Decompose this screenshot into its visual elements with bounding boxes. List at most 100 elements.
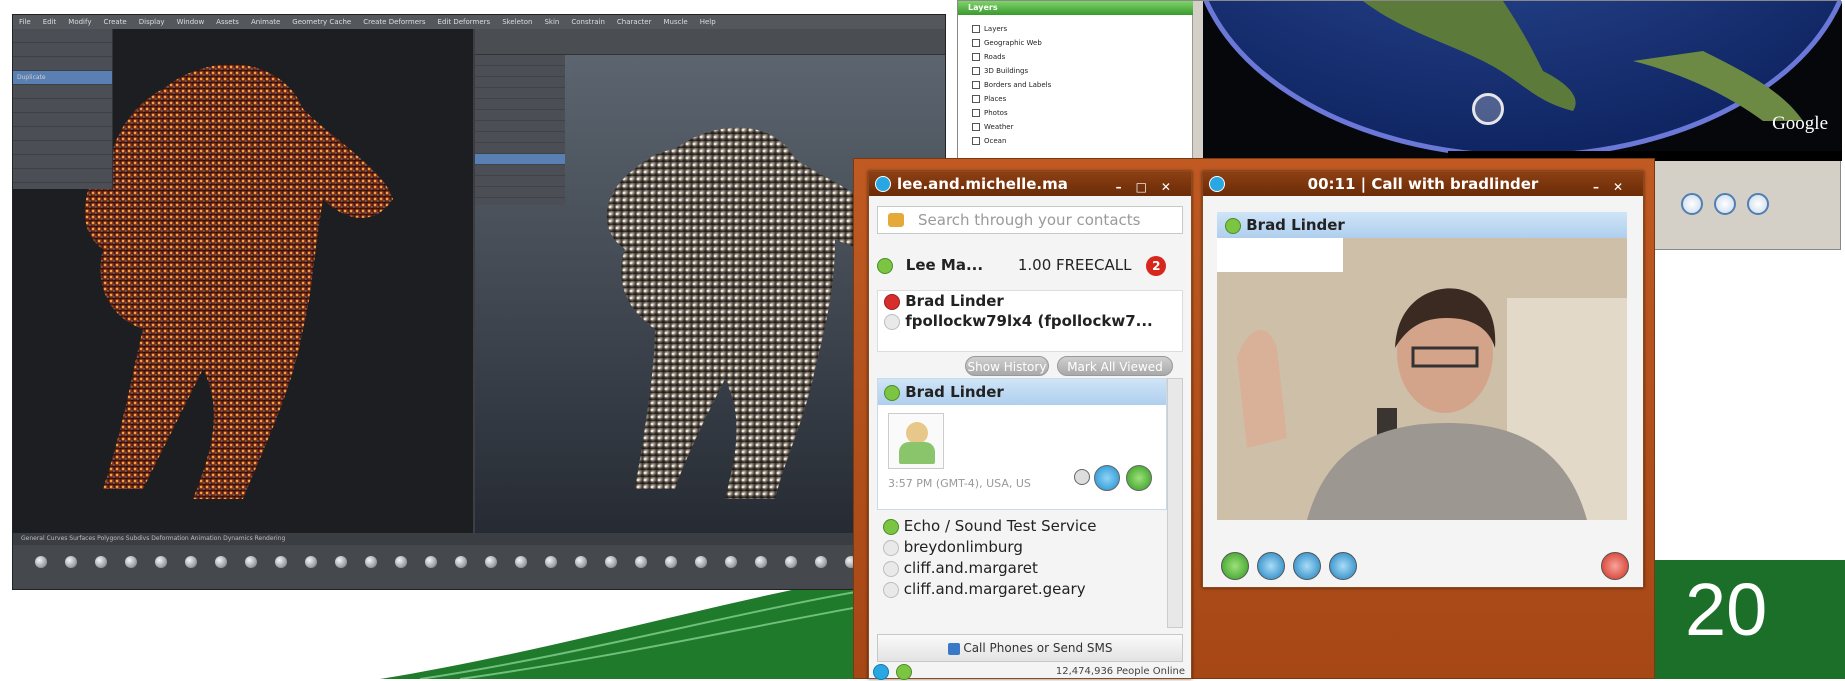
credit-balance[interactable]: 1.00 FREECALL	[1018, 256, 1132, 274]
shelf-tool-icon[interactable]	[665, 556, 677, 568]
menu-item[interactable]: Character	[617, 18, 652, 26]
menu-item[interactable]: Modify	[68, 18, 91, 26]
menu-item[interactable]: Window	[177, 18, 205, 26]
show-history-button[interactable]: Show History	[965, 356, 1049, 376]
menu-item[interactable]: Edit	[43, 18, 57, 26]
list-item[interactable]: breydonlimburg	[877, 537, 1167, 558]
panel-item[interactable]	[13, 113, 112, 127]
hang-up-button[interactable]	[1601, 552, 1629, 580]
add-contact-icon[interactable]	[888, 213, 904, 227]
chat-button[interactable]	[1329, 552, 1357, 580]
hold-button[interactable]	[1221, 552, 1249, 580]
list-item[interactable]: Echo / Sound Test Service	[877, 516, 1167, 537]
viewport-toolbar[interactable]	[475, 29, 945, 55]
call-phones-button[interactable]: Call Phones or Send SMS	[877, 634, 1183, 662]
layer-item[interactable]: Ocean	[972, 135, 1006, 147]
panel-item[interactable]	[13, 169, 112, 183]
right-attribute-panel[interactable]	[475, 55, 565, 205]
contact-window-titlebar[interactable]: lee.and.michelle.ma –□✕	[869, 172, 1191, 196]
shelf-tool-icon[interactable]	[485, 556, 497, 568]
layer-item[interactable]: Roads	[972, 51, 1005, 63]
layer-checkbox[interactable]	[972, 123, 980, 131]
panel-item[interactable]	[13, 29, 112, 43]
globe-view[interactable]: Google	[1203, 1, 1842, 161]
shelf-tool-icon[interactable]	[425, 556, 437, 568]
shelf-tool-icon[interactable]	[185, 556, 197, 568]
layer-item[interactable]: Borders and Labels	[972, 79, 1051, 91]
shelf-tool-icon[interactable]	[545, 556, 557, 568]
recent-item[interactable]: Brad Linder	[878, 291, 1182, 311]
menu-item[interactable]: Help	[700, 18, 716, 26]
window-controls[interactable]: –✕	[1593, 175, 1637, 196]
panel-item[interactable]	[13, 127, 112, 141]
list-item[interactable]: cliff.and.margaret.geary	[877, 579, 1167, 600]
shelf-tool-icon[interactable]	[395, 556, 407, 568]
menu-item[interactable]: Skin	[544, 18, 559, 26]
layer-checkbox[interactable]	[972, 109, 980, 117]
shelf-tool-icon[interactable]	[275, 556, 287, 568]
layer-item[interactable]: Weather	[972, 121, 1013, 133]
menu-item[interactable]: Animate	[251, 18, 280, 26]
panel-item[interactable]	[13, 57, 112, 71]
panel-item[interactable]	[13, 99, 112, 113]
menu-item[interactable]: Display	[139, 18, 165, 26]
recent-item[interactable]: fpollockw79lx4 (fpollockw7...	[878, 311, 1182, 331]
shelf-tool-icon[interactable]	[515, 556, 527, 568]
video-button[interactable]	[1293, 552, 1321, 580]
panel-item[interactable]: Duplicate	[13, 71, 112, 85]
menu-item[interactable]: Geometry Cache	[292, 18, 351, 26]
shelf-tool-icon[interactable]	[95, 556, 107, 568]
shelf-tabs[interactable]: General Curves Surfaces Polygons Subdivs…	[13, 533, 945, 545]
shelf-tool-icon[interactable]	[245, 556, 257, 568]
menu-item[interactable]: Create	[103, 18, 126, 26]
menu-item[interactable]: Edit Deformers	[438, 18, 491, 26]
layers-panel[interactable]: Layers Layers Geographic Web Roads 3D Build…	[958, 1, 1193, 161]
profile-bar[interactable]: Lee Ma... 1.00 FREECALL 2	[877, 250, 1183, 280]
shelf-tool-icon[interactable]	[635, 556, 647, 568]
navigation-control[interactable]	[1472, 93, 1504, 125]
layer-item[interactable]: Layers	[972, 23, 1007, 35]
shelf-tool-icon[interactable]	[575, 556, 587, 568]
panel-item[interactable]	[13, 85, 112, 99]
microphone-button[interactable]	[1257, 552, 1285, 580]
shelf-tool-icon[interactable]	[785, 556, 797, 568]
layer-item[interactable]: Geographic Web	[972, 37, 1042, 49]
shelf-tool-icon[interactable]	[755, 556, 767, 568]
layer-item[interactable]: 3D Buildings	[972, 65, 1028, 77]
menu-item[interactable]: Constrain	[571, 18, 605, 26]
call-window-titlebar[interactable]: 00:11 | Call with bradlinder –✕	[1203, 172, 1643, 196]
shelf-tool-icon[interactable]	[305, 556, 317, 568]
layer-checkbox[interactable]	[972, 67, 980, 75]
record-button[interactable]	[1747, 193, 1769, 215]
online-status-icon[interactable]	[896, 664, 913, 680]
shelf-tool-icon[interactable]	[335, 556, 347, 568]
panel-item[interactable]	[13, 141, 112, 155]
shelf-tool-icon[interactable]	[365, 556, 377, 568]
more-options-icon[interactable]	[1074, 469, 1090, 485]
layer-checkbox[interactable]	[972, 53, 980, 61]
shelf-tool-icon[interactable]	[155, 556, 167, 568]
skype-status-icon[interactable]	[873, 664, 889, 680]
menu-item[interactable]: Assets	[216, 18, 239, 26]
panel-item[interactable]	[13, 155, 112, 169]
shelf-tool-icon[interactable]	[35, 556, 47, 568]
layer-item[interactable]: Photos	[972, 107, 1008, 119]
shelf-tool-icon[interactable]	[605, 556, 617, 568]
shelf-tool-icon[interactable]	[455, 556, 467, 568]
layer-checkbox[interactable]	[972, 95, 980, 103]
list-item[interactable]: cliff.and.margaret	[877, 558, 1167, 579]
shelf-tool-icon[interactable]	[725, 556, 737, 568]
left-menu-panel[interactable]: Duplicate	[13, 29, 113, 189]
layer-checkbox[interactable]	[972, 81, 980, 89]
tour-button[interactable]	[1681, 193, 1703, 215]
shelf-tool-icon[interactable]	[815, 556, 827, 568]
contact-card[interactable]: Brad Linder 3:57 PM (GMT-4), USA, US	[877, 378, 1167, 510]
window-controls[interactable]: –□✕	[1116, 175, 1185, 196]
shelf-tool-icon[interactable]	[215, 556, 227, 568]
contact-search-input[interactable]: Search through your contacts	[877, 206, 1183, 234]
video-call-icon[interactable]	[1094, 465, 1120, 491]
event-badge[interactable]: 2	[1146, 256, 1167, 276]
mark-all-viewed-button[interactable]: Mark All Viewed	[1057, 356, 1173, 376]
shelf-tool-icon[interactable]	[65, 556, 77, 568]
menu-item[interactable]: Muscle	[663, 18, 687, 26]
